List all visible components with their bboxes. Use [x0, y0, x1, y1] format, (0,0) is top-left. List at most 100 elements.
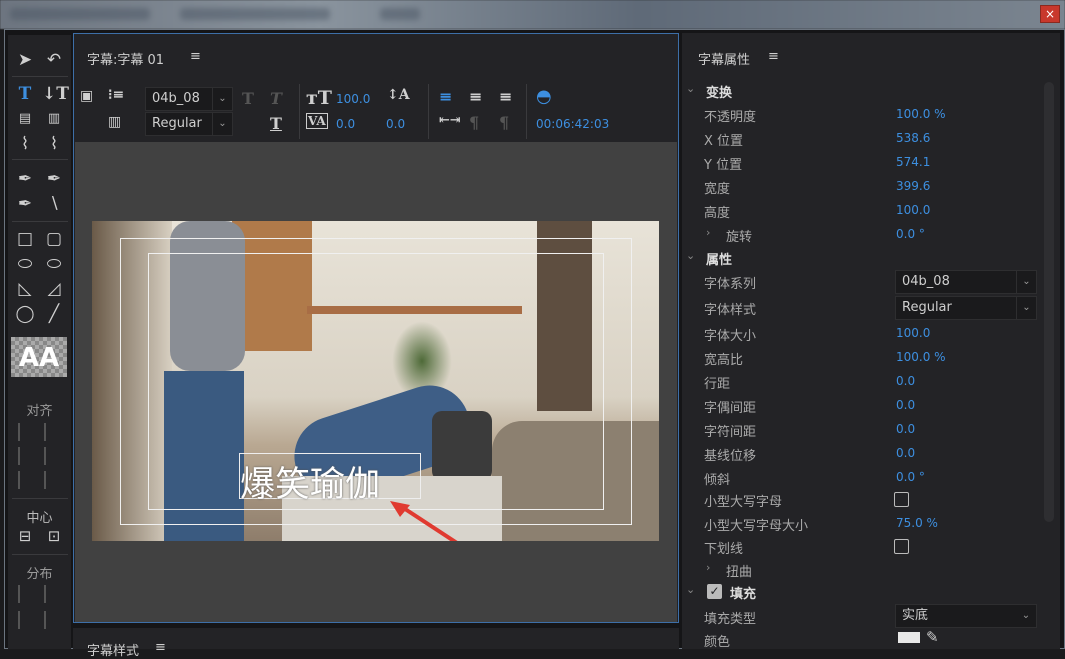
y-position-value[interactable]: 574.1	[896, 155, 930, 169]
delete-anchor-tool-icon[interactable]: ✒	[42, 168, 66, 190]
center-horizontal-icon[interactable]: ⊟	[13, 525, 37, 547]
selection-tool-icon[interactable]: ➤	[13, 49, 37, 71]
property-row-rotation[interactable]: › 旋转 0.0 °	[682, 226, 1042, 248]
font-family-dropdown[interactable]: 04b_08 ⌄	[145, 87, 233, 111]
rounded-rectangle-tool-icon[interactable]: ▢	[42, 228, 66, 250]
rotate-tool-icon[interactable]: ↶	[42, 49, 66, 71]
distribute-center-icon	[18, 611, 38, 629]
property-row: 字偶间距 0.0	[682, 397, 1042, 419]
path-type-tool-icon[interactable]: ⌇	[13, 133, 37, 155]
italic-icon[interactable]: T	[270, 89, 282, 108]
styles-menu-icon[interactable]: ≡	[155, 640, 166, 655]
tab-stops-icon[interactable]: ⁝≡	[108, 87, 124, 103]
height-value[interactable]: 100.0	[896, 203, 930, 217]
underline-checkbox[interactable]	[894, 539, 909, 554]
opacity-value[interactable]: 100.0 %	[896, 107, 946, 121]
section-attributes[interactable]: ⌄ 属性	[682, 249, 1042, 271]
font-style-select[interactable]: Regular ⌄	[895, 296, 1037, 320]
font-size-value[interactable]: 100.0	[896, 326, 930, 340]
property-label: X 位置	[704, 134, 744, 149]
panel-title: 字幕:字幕 01	[87, 53, 165, 68]
fill-type-select[interactable]: 实底 ⌄	[895, 604, 1037, 628]
pen-tool-icon[interactable]: ✒	[13, 168, 37, 190]
template-icon[interactable]: ▥	[108, 114, 121, 130]
distribute-left-icon	[18, 585, 38, 603]
slant-value[interactable]: 0.0 °	[896, 470, 925, 484]
align-left-text-icon[interactable]: ≡	[439, 87, 452, 106]
area-type-tool-icon[interactable]: ▤	[13, 108, 37, 130]
x-position-value[interactable]: 538.6	[896, 131, 930, 145]
font-family-select[interactable]: 04b_08 ⌄	[895, 270, 1037, 294]
kerning-value[interactable]: 0.0	[896, 398, 915, 412]
section-transform[interactable]: ⌄ 变换	[682, 82, 1042, 104]
property-label: 宽高比	[704, 353, 744, 368]
font-style-dropdown[interactable]: Regular ⌄	[145, 112, 233, 136]
small-caps-size-value[interactable]: 75.0 %	[896, 516, 938, 530]
align-center-text-icon[interactable]: ≡	[469, 87, 482, 106]
vertical-path-type-tool-icon[interactable]: ⌇	[42, 133, 66, 155]
add-anchor-tool-icon[interactable]: ✒	[13, 193, 37, 215]
vertical-type-tool-icon[interactable]: ↓T	[42, 83, 69, 105]
property-label: 下划线	[704, 542, 744, 557]
eyedropper-icon[interactable]: ✎	[926, 628, 939, 646]
chevron-right-icon: ›	[706, 226, 711, 239]
tracking-value[interactable]: 0.0	[896, 422, 915, 436]
paragraph-ltr-icon[interactable]: ¶	[469, 113, 479, 132]
panel-menu-icon[interactable]: ≡	[190, 49, 201, 64]
video-frame[interactable]: 爆笑瑜伽	[92, 221, 659, 541]
clipped-rectangle-tool-icon[interactable]: ⬭	[13, 253, 37, 275]
ellipse-tool-icon[interactable]: ◯	[13, 303, 37, 325]
roll-crawl-options-icon[interactable]: ▣	[80, 88, 93, 104]
font-size-value[interactable]: 100.0	[336, 92, 370, 106]
property-row: 宽高比 100.0 %	[682, 349, 1042, 371]
show-background-video-icon[interactable]: ◓	[536, 86, 552, 107]
property-label: 字体样式	[704, 303, 757, 318]
style-swatch: AA	[11, 337, 67, 377]
property-label: 填充类型	[704, 612, 757, 627]
property-row: 下划线	[682, 538, 1042, 560]
font-family-value: 04b_08	[152, 91, 200, 106]
leading-value[interactable]: 0.0	[896, 374, 915, 388]
property-label: 小型大写字母	[704, 495, 783, 510]
properties-menu-icon[interactable]: ≡	[768, 49, 779, 64]
color-swatch[interactable]	[898, 632, 920, 643]
arc-tool-icon[interactable]: ◿	[42, 278, 66, 300]
small-caps-checkbox[interactable]	[894, 492, 909, 507]
chevron-down-icon: ⌄	[686, 249, 696, 262]
property-label: 倾斜	[704, 473, 731, 488]
fill-checkbox[interactable]: ✓	[707, 584, 722, 599]
section-label: 属性	[706, 253, 733, 268]
type-tool-icon[interactable]: T	[13, 83, 37, 105]
rotation-value[interactable]: 0.0 °	[896, 227, 925, 241]
align-right-text-icon[interactable]: ≡	[499, 87, 512, 106]
property-row-distort[interactable]: › 扭曲	[682, 561, 1042, 583]
center-vertical-icon[interactable]: ⊡	[42, 525, 66, 547]
tab-ruler-icon[interactable]: ⇤⇥	[439, 113, 461, 128]
properties-scrollbar[interactable]	[1044, 82, 1054, 522]
kerning-value[interactable]: 0.0	[336, 117, 355, 131]
paragraph-rtl-icon[interactable]: ¶	[499, 113, 509, 132]
line-tool-icon[interactable]: ╱	[42, 303, 66, 325]
baseline-shift-value[interactable]: 0.0	[896, 446, 915, 460]
width-value[interactable]: 399.6	[896, 179, 930, 193]
vertical-area-type-tool-icon[interactable]: ▥	[42, 108, 66, 130]
rectangle-tool-icon[interactable]: □	[13, 228, 37, 250]
property-row: 字体大小 100.0	[682, 325, 1042, 347]
leading-value[interactable]: 0.0	[386, 117, 405, 131]
window-titlebar	[0, 0, 1065, 29]
section-fill[interactable]: ⌄ ✓ 填充	[682, 583, 1042, 605]
convert-anchor-tool-icon[interactable]: ∖	[42, 193, 66, 215]
text-bounding-box[interactable]: 爆笑瑜伽	[239, 453, 421, 505]
property-label: 旋转	[726, 230, 753, 245]
chevron-down-icon: ⌄	[212, 113, 232, 135]
close-button[interactable]: ×	[1040, 5, 1060, 23]
aspect-value[interactable]: 100.0 %	[896, 350, 946, 364]
underline-icon[interactable]: T	[270, 114, 282, 133]
wedge-tool-icon[interactable]: ◺	[13, 278, 37, 300]
bold-icon[interactable]: T	[242, 89, 254, 108]
rounded-corner-tool-icon[interactable]: ⬭	[42, 253, 66, 275]
property-row: 倾斜 0.0 °	[682, 469, 1042, 491]
timecode[interactable]: 00:06:42:03	[536, 117, 609, 131]
font-style-value: Regular	[902, 300, 952, 315]
caption-text[interactable]: 爆笑瑜伽	[240, 456, 380, 507]
